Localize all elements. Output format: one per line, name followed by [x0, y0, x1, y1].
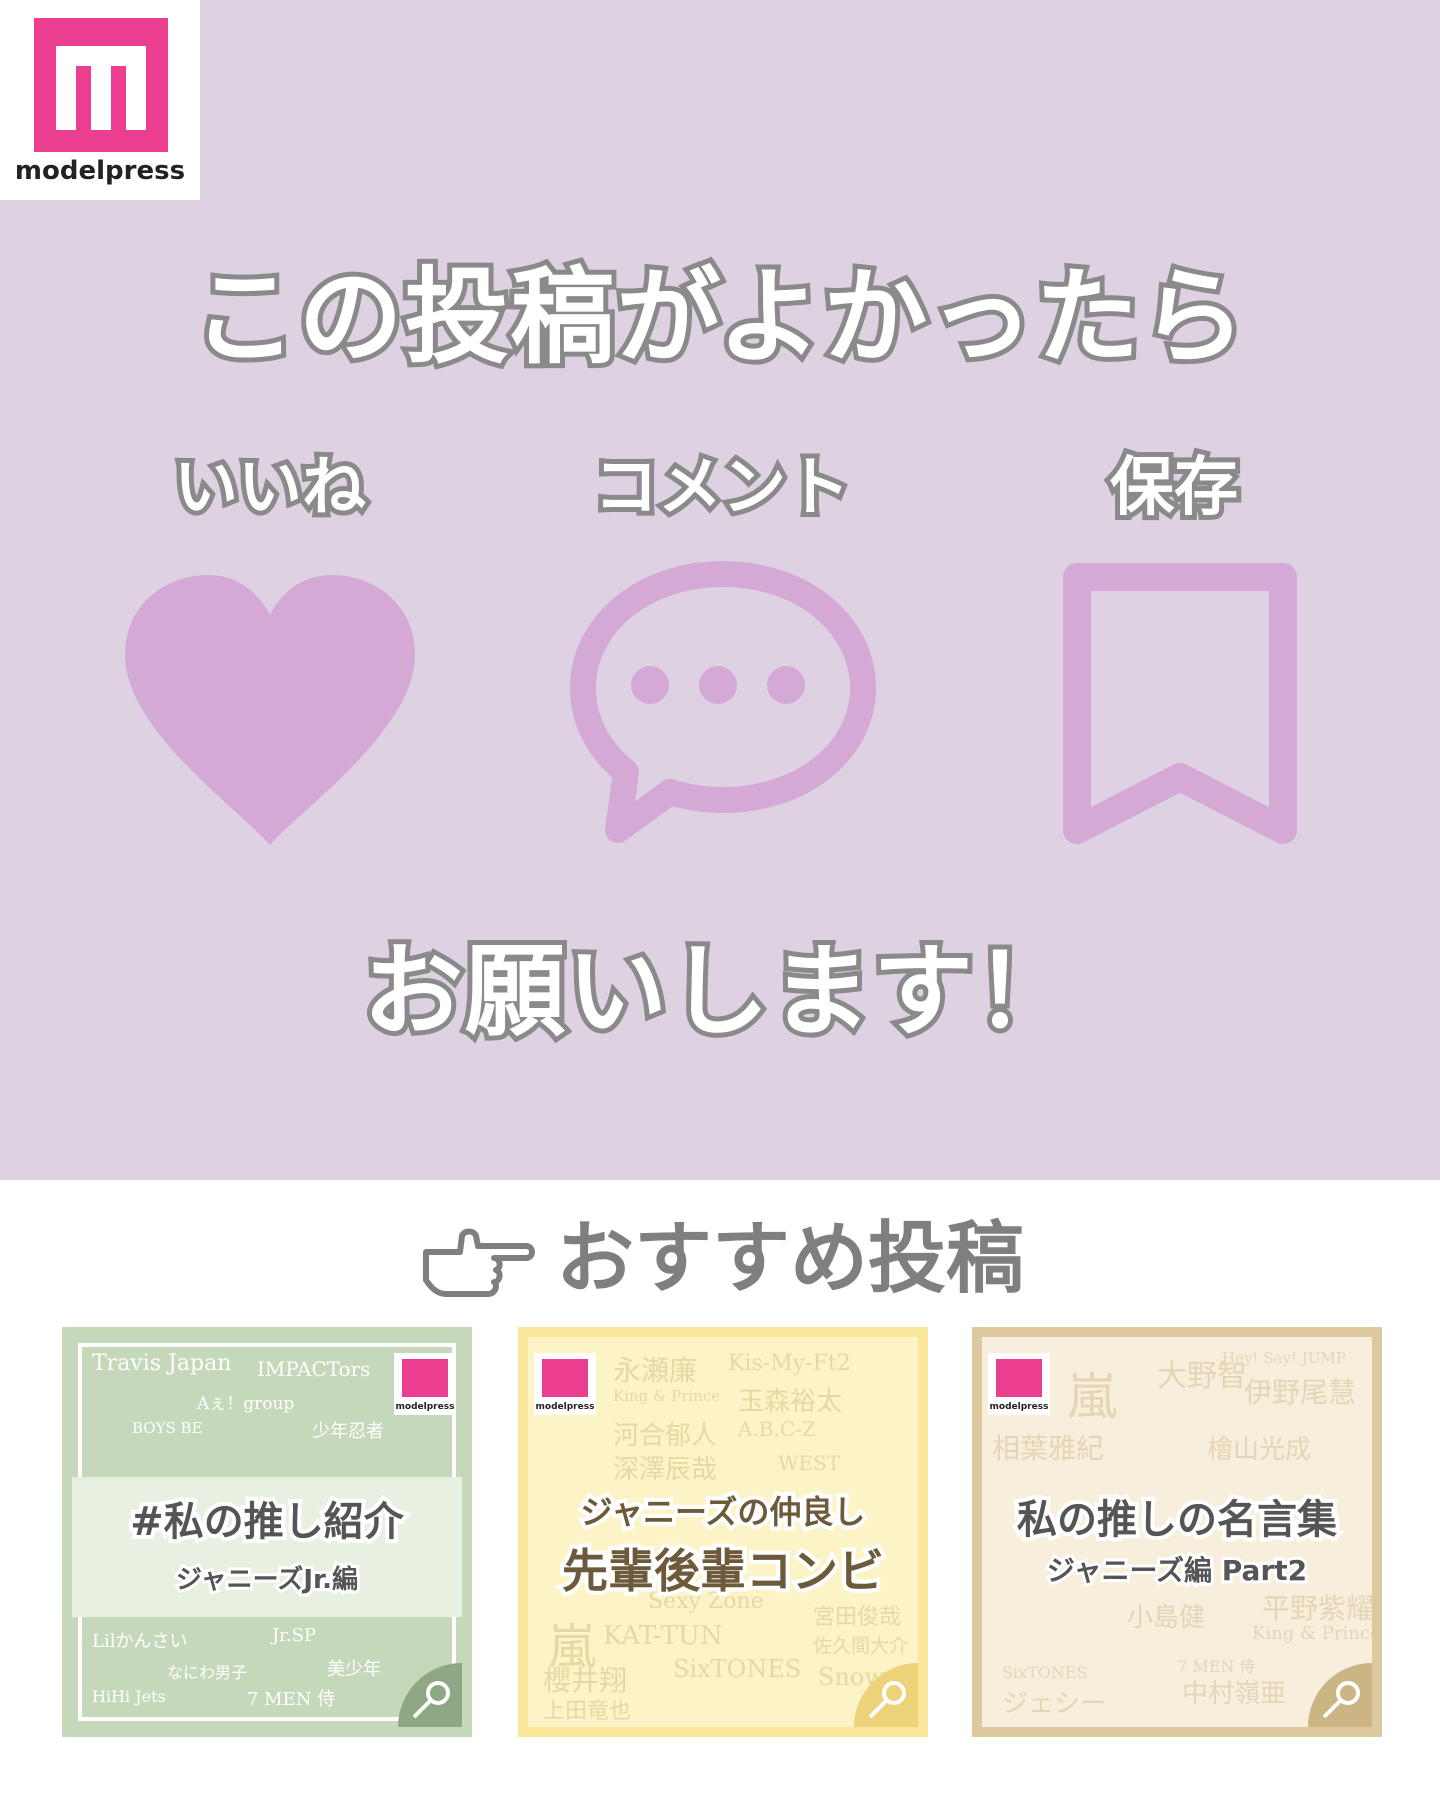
bg-word: Kis-My-Ft2 [728, 1351, 851, 1376]
microphone-icon [1308, 1663, 1372, 1727]
bg-word: Jr.SP [272, 1625, 317, 1646]
like-label: いいね [169, 446, 371, 530]
bg-word: KAT-TUN [603, 1621, 723, 1651]
recommended-heading: おすすめ投稿 [0, 1196, 1440, 1308]
microphone-icon [854, 1663, 918, 1727]
brand-logo-mark [34, 18, 168, 152]
bg-word: King & Prince [1252, 1623, 1381, 1644]
bg-word: A.B.C-Z [738, 1417, 816, 1441]
recommended-card-3[interactable]: modelpress 嵐 大野智 Hey! Say! JUMP 伊野尾慧 相葉雅… [972, 1327, 1382, 1737]
bg-word: Travis Japan [92, 1351, 232, 1376]
bg-word: 少年忍者 [312, 1421, 384, 1442]
comment-label: コメント [589, 446, 855, 530]
recommended-card-1[interactable]: Travis Japan IMPACTors Aぇ！group BOYS BE … [62, 1327, 472, 1737]
closing-text: お願いします！ [358, 928, 1080, 1055]
bg-word: Hey! Say! JUMP [1222, 1349, 1346, 1367]
bg-word: 伊野尾慧 [1244, 1376, 1357, 1409]
bg-word: HiHi Jets [92, 1687, 166, 1706]
card-subtitle: ジャニーズJr.編 [173, 1562, 361, 1598]
recommended-card-2[interactable]: modelpress 永瀬廉 Kis-My-Ft2 King & Prince … [518, 1327, 928, 1737]
card-brand-logo: modelpress [988, 1353, 1050, 1415]
bg-word: 檜山光成 [1207, 1435, 1312, 1465]
bg-word: IMPACTors [257, 1357, 371, 1381]
bg-word: 深澤辰哉 [613, 1455, 718, 1485]
bg-word: 河合郁人 [613, 1421, 718, 1451]
bg-word: なにわ男子 [167, 1663, 248, 1682]
bg-word: 美少年 [327, 1659, 381, 1680]
save-label: 保存 [1105, 446, 1243, 530]
card-title: #私の推し紹介 [126, 1495, 408, 1549]
card-subtitle: 先輩後輩コンビ [558, 1540, 888, 1602]
card-subtitle: ジャニーズ編 Part2 [1044, 1551, 1310, 1590]
bg-word: 小島健 [1127, 1603, 1206, 1633]
card-title: 私の推しの名言集 [1013, 1493, 1341, 1547]
microphone-icon [398, 1663, 462, 1727]
bg-word: 永瀬廉 [613, 1354, 698, 1387]
speech-bubble-icon[interactable] [568, 560, 878, 854]
bg-word: SixTONES [673, 1655, 802, 1683]
brand-logo[interactable]: modelpress [0, 0, 200, 200]
bg-word: ジェシー [1002, 1689, 1107, 1719]
bg-word: Aぇ！group [197, 1394, 295, 1414]
bookmark-icon[interactable] [1060, 560, 1300, 854]
card-brand-logo: modelpress [394, 1353, 456, 1415]
bg-word: 上田竜也 [543, 1699, 632, 1724]
bg-word: WEST [778, 1451, 841, 1475]
headline: この投稿がよかったら [188, 251, 1251, 383]
bg-word: 7 MEN 侍 [247, 1689, 336, 1710]
card-brand-logo: modelpress [534, 1353, 596, 1415]
pointing-hand-icon [416, 1224, 536, 1304]
bg-word: BOYS BE [132, 1419, 203, 1437]
bg-word: King & Prince [613, 1387, 721, 1405]
bg-word: Lilかんさい [92, 1631, 188, 1652]
card-title: ジャニーズの仲良し [577, 1489, 870, 1535]
bg-word: 佐久間大介 [813, 1635, 909, 1657]
recommended-title: おすすめ投稿 [555, 1214, 1024, 1304]
bg-word: 相葉雅紀 [992, 1432, 1105, 1465]
bg-word: SixTONES [1002, 1663, 1088, 1682]
bg-word: 玉森裕太 [738, 1387, 843, 1417]
heart-icon[interactable] [120, 570, 420, 854]
bg-word: 宮田俊哉 [813, 1605, 902, 1630]
bg-word: 平野紫耀 [1262, 1592, 1375, 1625]
brand-name: modelpress [14, 156, 186, 186]
bg-word: 嵐 [1067, 1368, 1117, 1426]
bg-word: 中村嶺亜 [1182, 1679, 1287, 1709]
